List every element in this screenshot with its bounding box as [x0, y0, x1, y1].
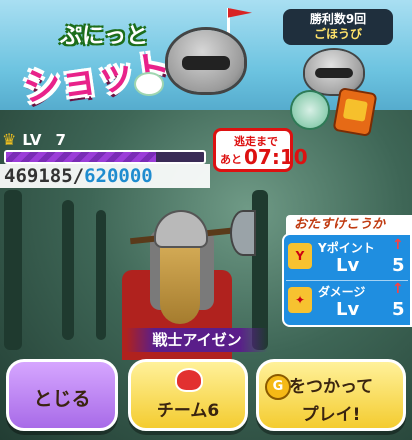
- close-button-label: とじる: [33, 388, 91, 410]
- tree-trunk: [62, 200, 74, 340]
- reward-book-icon: [334, 89, 376, 135]
- puni-eyes: [182, 56, 230, 70]
- tree-trunk: [252, 190, 268, 350]
- up-arrow-icon: ↑: [392, 237, 404, 253]
- timer-value: 07:10: [244, 145, 308, 169]
- up-arrow-icon: ↑: [392, 281, 404, 297]
- helper-lv-value: 5: [392, 299, 405, 320]
- reward-label: 勝利数9回 ごほうび: [283, 9, 393, 45]
- play-button-line2: プレイ!: [301, 405, 361, 425]
- play-button-line1: をつかって: [289, 377, 374, 397]
- hp-bar: [4, 150, 206, 164]
- level-icon: ♛: [2, 130, 17, 149]
- reward-line1: 勝利数9回: [309, 12, 367, 26]
- helper-row-damage: ✦ ダメージ ↑ Lv 5: [288, 281, 410, 323]
- logo-main-text: ショット!: [20, 43, 190, 111]
- tree-trunk: [96, 210, 106, 340]
- close-button[interactable]: とじる: [6, 359, 118, 431]
- helper-lv-label: Lv: [336, 255, 360, 276]
- hp-max: 620000: [84, 165, 153, 187]
- helper-title: おたすけこうか: [286, 215, 412, 235]
- helper-name: ダメージ: [318, 285, 366, 299]
- play-button[interactable]: G をつかって プレイ!: [256, 359, 406, 431]
- helper-panel: Y Yポイント ↑ Lv 5 ✦ ダメージ ↑ Lv 5: [282, 233, 412, 327]
- team-button[interactable]: チーム6: [128, 359, 248, 431]
- ypoint-icon: Y: [288, 243, 312, 269]
- character-beard: [160, 236, 200, 324]
- hp-bar-fill: [6, 152, 156, 162]
- timer-line2: あと: [220, 153, 242, 166]
- helper-lv-label: Lv: [336, 299, 360, 320]
- reward-puni-icon: [305, 50, 363, 94]
- helper-row-ypoint: Y Yポイント ↑ Lv 5: [288, 237, 410, 279]
- reward-coin-icon: [292, 92, 328, 128]
- team-icon: [175, 368, 203, 392]
- tree-trunk: [4, 190, 22, 350]
- boss-puni-yokai: [168, 30, 244, 92]
- escape-timer: 逃走まで あと 07:10: [213, 128, 308, 172]
- golf-ball-icon: [136, 74, 162, 94]
- helper-name: Yポイント: [318, 241, 375, 255]
- hp-separator: /: [72, 165, 85, 187]
- coin-icon: G: [265, 374, 291, 400]
- team-button-label: チーム6: [156, 401, 220, 421]
- hp-current: 469185: [4, 165, 73, 187]
- level-value: 7: [55, 130, 66, 149]
- level-row: ♛ LV 7: [2, 130, 66, 149]
- axe-icon: [232, 212, 254, 254]
- damage-icon: ✦: [288, 287, 312, 313]
- reward-puni-eyes: [315, 68, 353, 78]
- reward-line2: ごほうび: [313, 27, 362, 41]
- character-name: 戦士アイゼン: [126, 328, 268, 352]
- hp-readout: 469185/620000: [0, 164, 210, 188]
- helper-lv-value: 5: [392, 255, 405, 276]
- level-label: LV: [22, 130, 42, 149]
